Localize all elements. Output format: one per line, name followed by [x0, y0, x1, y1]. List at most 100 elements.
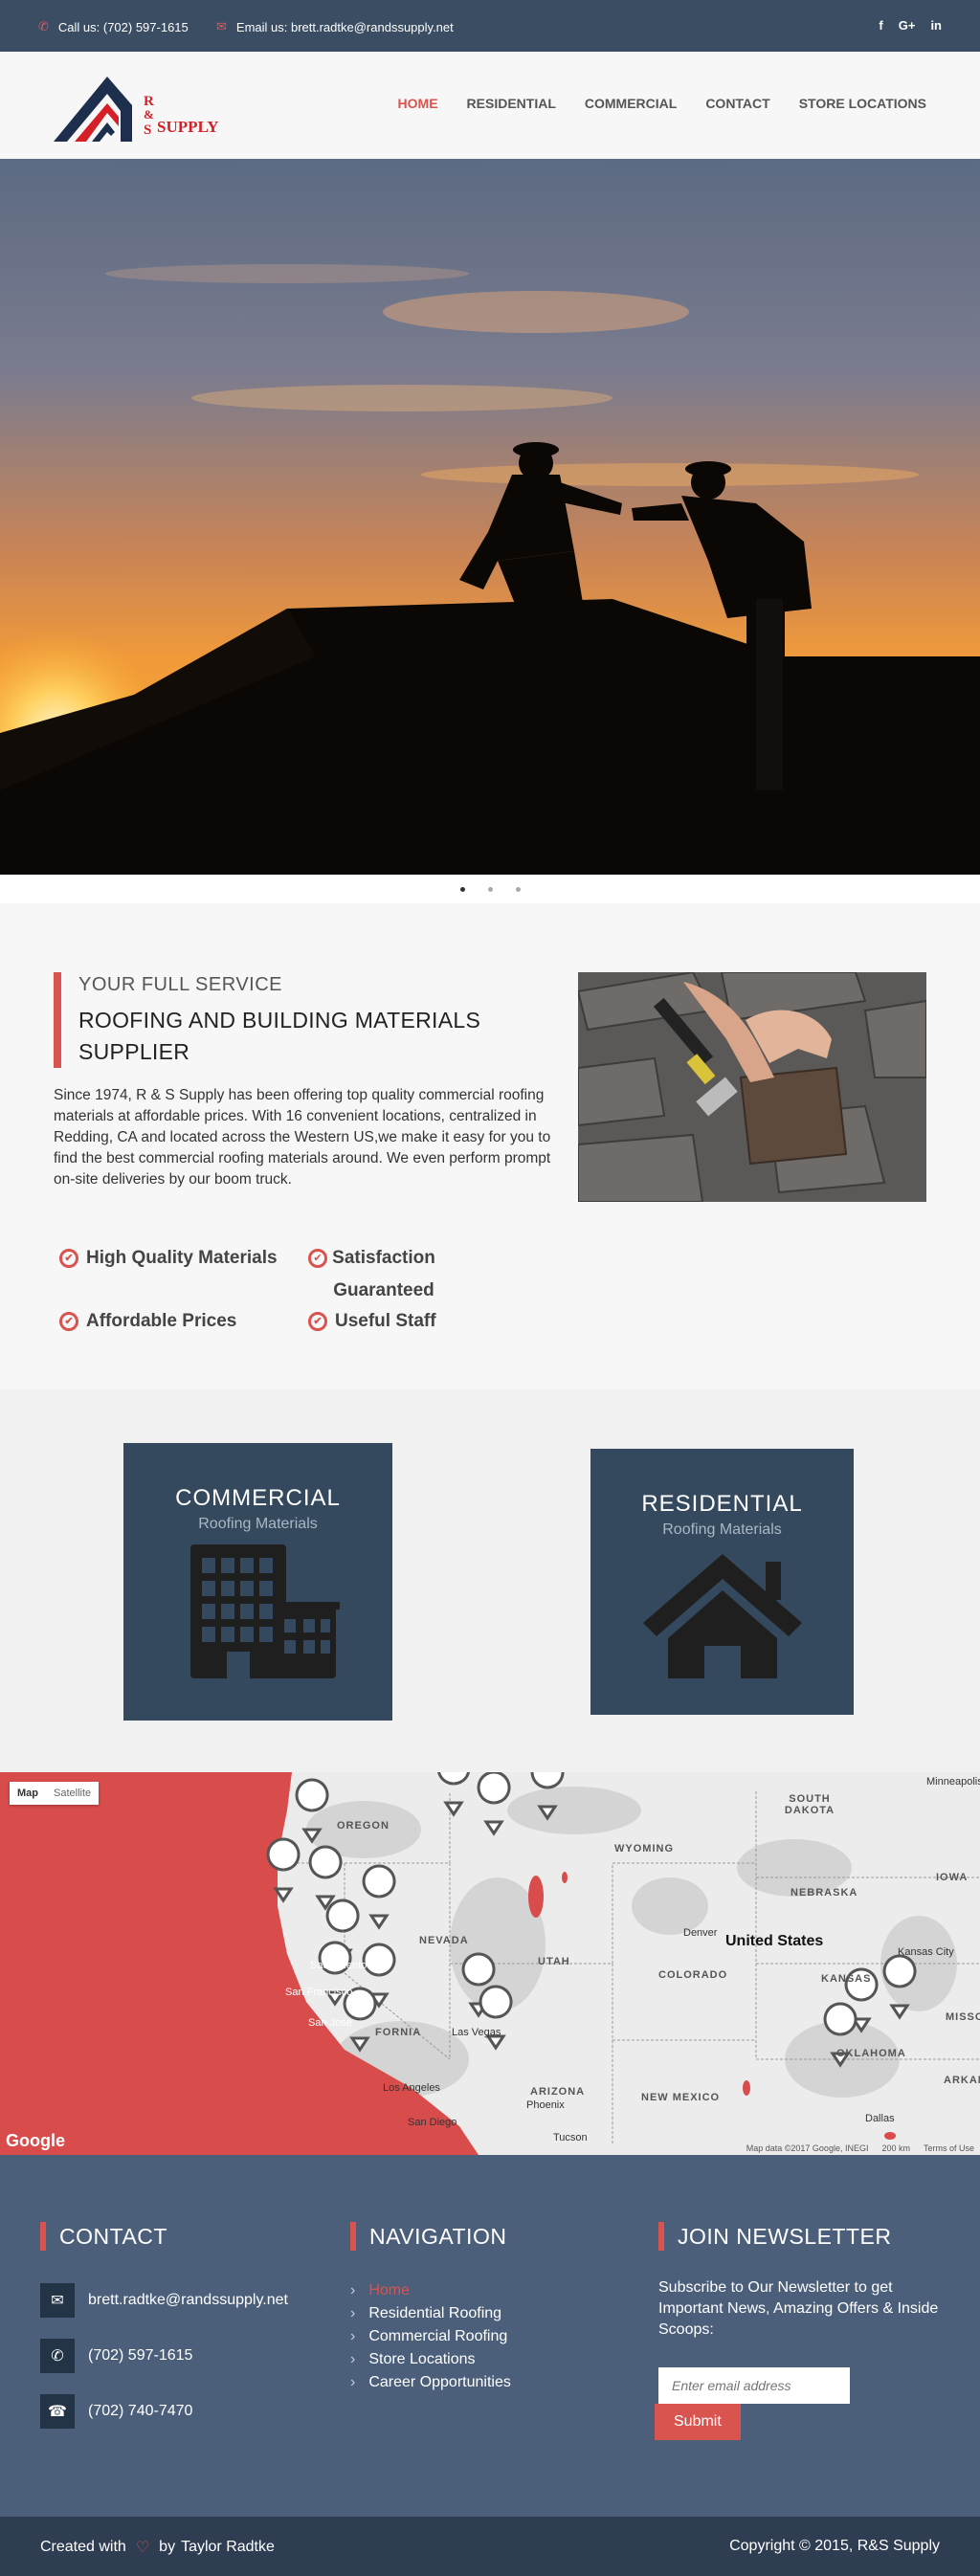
- chevron-right-icon: ›: [350, 2374, 356, 2390]
- chevron-right-icon: ›: [350, 2351, 356, 2367]
- linkedin-icon[interactable]: in: [930, 18, 942, 33]
- svg-text:S: S: [144, 122, 151, 138]
- google-plus-icon[interactable]: G+: [899, 18, 916, 33]
- footer-nav-residential[interactable]: › Residential Roofing: [350, 2302, 511, 2325]
- building-icon: [189, 1544, 340, 1678]
- map-label: NEW MEXICO: [641, 2092, 721, 2103]
- store-locations-map[interactable]: Map Satellite OREGON WYOMING SOUTH DAKOT…: [0, 1772, 980, 2155]
- footer-heading: JOIN NEWSLETTER: [658, 2222, 946, 2251]
- residential-card[interactable]: RESIDENTIAL Roofing Materials: [590, 1449, 854, 1715]
- map-city: San Francisco: [285, 1987, 353, 1998]
- nav-home[interactable]: HOME: [398, 96, 438, 111]
- map-city: Kansas City: [898, 1946, 954, 1958]
- check-circle-icon: ✔: [308, 1249, 327, 1268]
- house-icon: [642, 1554, 802, 1678]
- main-nav: HOME RESIDENTIAL COMMERCIAL CONTACT STOR…: [398, 96, 926, 111]
- map-label: SOUTH DAKOTA: [784, 1793, 835, 1816]
- footer-nav-stores[interactable]: › Store Locations: [350, 2348, 511, 2371]
- footer-nav-home[interactable]: › Home: [350, 2279, 511, 2302]
- map-city: Tucson: [553, 2132, 588, 2143]
- nav-residential[interactable]: RESIDENTIAL: [467, 96, 556, 111]
- feature-item: ✔ Affordable Prices: [59, 1305, 308, 1338]
- map-label: MISSO: [946, 2011, 980, 2023]
- map-city: Sacramento: [310, 1960, 368, 1971]
- slider-dot-1[interactable]: [459, 886, 465, 892]
- nav-store-locations[interactable]: STORE LOCATIONS: [799, 96, 926, 111]
- footer-email[interactable]: ✉ brett.radtke@randssupply.net: [40, 2283, 288, 2318]
- roofing-photo: [578, 972, 926, 1202]
- map-terms-link[interactable]: Terms of Use: [924, 2143, 974, 2153]
- map-label: KANSAS: [821, 1973, 872, 1985]
- copyright: Copyright © 2015, R&S Supply: [729, 2538, 940, 2554]
- newsletter-email-input[interactable]: [658, 2367, 850, 2404]
- footer-newsletter: JOIN NEWSLETTER Subscribe to Our Newslet…: [655, 2222, 946, 2440]
- newsletter-submit-button[interactable]: Submit: [655, 2404, 741, 2440]
- feature-item: Satisfaction Guaranteed: [332, 1248, 435, 1300]
- footer-nav-commercial[interactable]: › Commercial Roofing: [350, 2325, 511, 2348]
- map-label: FORNIA: [375, 2027, 422, 2038]
- check-circle-icon: ✔: [308, 1312, 327, 1331]
- map-city: San Diego: [408, 2117, 457, 2128]
- map-canvas: [0, 1772, 980, 2155]
- svg-text:&: &: [144, 107, 154, 122]
- site-header: R & S SUPPLY HOME RESIDENTIAL COMMERCIAL…: [0, 52, 980, 159]
- section-accent-bar: [54, 972, 61, 1068]
- map-label: OREGON: [337, 1820, 390, 1832]
- map-label: NEVADA: [419, 1935, 469, 1946]
- credits: Created with ♡ by Taylor Radtke: [40, 2539, 275, 2556]
- about-section: YOUR FULL SERVICE ROOFING AND BUILDING M…: [0, 903, 980, 1389]
- map-city: Dallas: [865, 2113, 895, 2124]
- nav-contact[interactable]: CONTACT: [705, 96, 769, 111]
- heart-icon: ♡: [135, 2540, 150, 2556]
- author-link[interactable]: Taylor Radtke: [181, 2539, 275, 2556]
- footer-contact: CONTACT ✉ brett.radtke@randssupply.net ✆…: [40, 2222, 288, 2450]
- slider-dot-2[interactable]: [487, 886, 493, 892]
- email-contact[interactable]: ✉ Email us: brett.radtke@randssupply.net: [216, 19, 454, 34]
- card-title: COMMERCIAL: [175, 1485, 341, 1511]
- map-type-satellite[interactable]: Satellite: [46, 1782, 99, 1805]
- map-label: ARKAN: [944, 2075, 980, 2086]
- map-label: IOWA: [936, 1872, 969, 1883]
- google-logo: Google: [6, 2131, 65, 2150]
- footer-heading: CONTACT: [40, 2222, 288, 2251]
- phone-text: Call us: (702) 597-1615: [57, 19, 189, 34]
- slider-dots: [0, 875, 980, 903]
- check-circle-icon: ✔: [59, 1312, 78, 1331]
- map-city: Minneapolis: [926, 1776, 980, 1788]
- envelope-icon: ✉: [216, 19, 227, 33]
- map-attribution: Map data ©2017 Google, INEGI 200 km Term…: [746, 2143, 974, 2153]
- nav-commercial[interactable]: COMMERCIAL: [585, 96, 677, 111]
- logo-word: SUPPLY: [157, 118, 219, 136]
- feature-item: ✔ High Quality Materials: [59, 1242, 308, 1275]
- footer-navigation: NAVIGATION › Home › Residential Roofing › C…: [350, 2222, 511, 2394]
- map-country: United States: [725, 1933, 824, 1949]
- footer-nav-careers[interactable]: › Career Opportunities: [350, 2371, 511, 2394]
- map-type-control: Map Satellite: [10, 1782, 100, 1805]
- commercial-card[interactable]: COMMERCIAL Roofing Materials: [123, 1443, 392, 1721]
- map-label: NEBRASKA: [791, 1887, 858, 1899]
- facebook-icon[interactable]: f: [879, 18, 882, 33]
- site-logo[interactable]: R & S SUPPLY: [54, 67, 235, 144]
- hero-slider[interactable]: [0, 159, 980, 875]
- map-city: Los Angeles: [383, 2082, 440, 2094]
- chevron-right-icon: ›: [350, 2305, 356, 2321]
- footer-phone[interactable]: ✆ (702) 597-1615: [40, 2339, 288, 2373]
- chevron-right-icon: ›: [350, 2328, 356, 2344]
- social-links: f G+ in: [879, 18, 942, 33]
- hero-image: [0, 159, 980, 875]
- feature-item: ✔ Useful Staff: [308, 1305, 500, 1338]
- map-city: Denver: [683, 1927, 718, 1939]
- map-city: Las Vegas: [452, 2027, 501, 2038]
- footer-heading: NAVIGATION: [350, 2222, 511, 2251]
- phone-contact[interactable]: ✆ Call us: (702) 597-1615: [38, 19, 189, 34]
- about-title: ROOFING AND BUILDING MATERIALS SUPPLIER: [78, 1008, 481, 1064]
- chevron-right-icon: ›: [350, 2282, 356, 2298]
- top-bar: ✆ Call us: (702) 597-1615 ✉ Email us: br…: [0, 0, 980, 52]
- map-city: San Jose: [308, 2017, 352, 2029]
- map-scale: 200 km: [881, 2143, 910, 2153]
- card-subtitle: Roofing Materials: [198, 1516, 318, 1532]
- card-title: RESIDENTIAL: [641, 1491, 803, 1517]
- envelope-icon: ✉: [40, 2283, 75, 2318]
- map-type-map[interactable]: Map: [10, 1782, 46, 1805]
- slider-dot-3[interactable]: [515, 886, 521, 892]
